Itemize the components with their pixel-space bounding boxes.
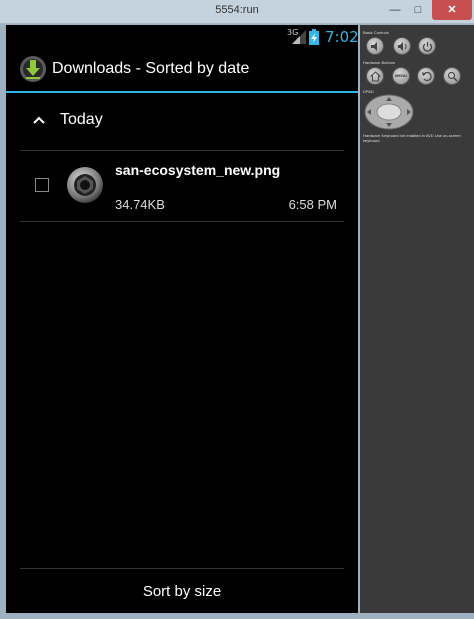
back-button[interactable] — [417, 67, 435, 85]
emulator-controls: Basic Controls Hardware Buttons MENU DPA… — [360, 25, 474, 613]
power-button[interactable] — [418, 37, 436, 55]
action-bar: Downloads - Sorted by date — [6, 49, 358, 93]
dpad[interactable] — [364, 94, 414, 130]
power-icon — [422, 42, 433, 52]
device-screen: 3G 7:02 Downloads - Sorted by date Today — [6, 25, 358, 613]
bottom-divider — [20, 568, 344, 569]
group-label: Today — [60, 111, 103, 128]
hardware-buttons-label: Hardware Buttons — [363, 60, 396, 65]
battery-icon — [309, 29, 319, 45]
file-size: 34.74KB — [115, 197, 165, 212]
menu-button[interactable]: MENU — [392, 67, 410, 85]
sort-by-size-button[interactable]: Sort by size — [6, 571, 358, 613]
actionbar-divider — [6, 91, 358, 93]
minimize-button[interactable]: — — [384, 0, 406, 20]
close-button[interactable]: ✕ — [432, 0, 472, 20]
home-icon — [370, 71, 381, 82]
maximize-button[interactable]: □ — [406, 0, 430, 20]
status-time: 7:02 — [325, 28, 358, 46]
home-button[interactable] — [366, 67, 384, 85]
image-file-icon — [67, 167, 103, 203]
download-list-item[interactable]: san-ecosystem_new.png 34.74KB 6:58 PM — [6, 151, 358, 221]
page-title: Downloads - Sorted by date — [52, 60, 250, 77]
window-titlebar: 5554:run — □ ✕ — [0, 0, 474, 24]
status-bar: 3G 7:02 — [6, 25, 358, 49]
volume-mute-button[interactable] — [366, 37, 384, 55]
keyboard-note: Hardware Keyboard not enabled in AVD Use… — [363, 133, 461, 143]
list-divider — [20, 221, 344, 222]
chevron-up-icon — [33, 116, 45, 124]
download-icon[interactable] — [19, 55, 47, 83]
search-button[interactable] — [443, 67, 461, 85]
volume-down-icon — [371, 42, 377, 51]
back-icon — [422, 71, 432, 82]
menu-label: MENU — [395, 73, 407, 78]
group-header-today[interactable]: Today — [6, 101, 358, 145]
basic-controls-label: Basic Controls — [363, 30, 389, 35]
file-time: 6:58 PM — [288, 197, 337, 212]
select-checkbox[interactable] — [35, 178, 49, 192]
file-name: san-ecosystem_new.png — [115, 162, 281, 178]
volume-up-button[interactable] — [393, 37, 411, 55]
search-icon — [447, 71, 458, 82]
volume-up-icon — [398, 42, 407, 51]
signal-icon — [292, 30, 306, 44]
